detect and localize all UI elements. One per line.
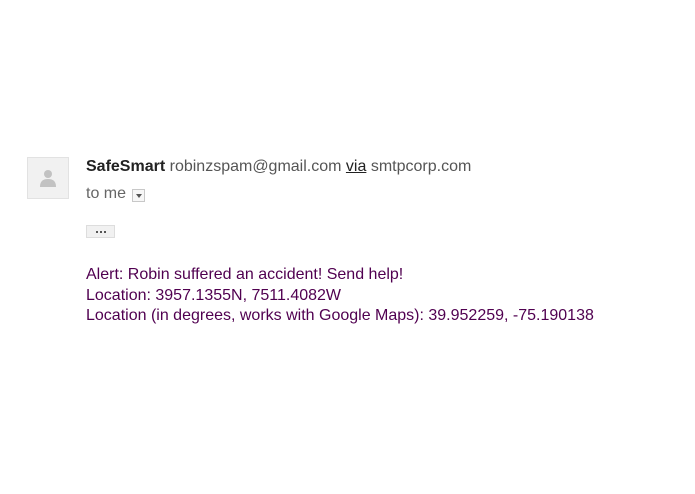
show-trimmed-content-button[interactable] — [86, 225, 115, 238]
message-line-location-degrees: Location (in degrees, works with Google … — [86, 307, 594, 324]
sender-line: SafeSmart robinzspam@gmail.com via smtpc… — [86, 157, 471, 177]
ellipsis-dot — [99, 230, 102, 233]
message-line-alert: Alert: Robin suffered an accident! Send … — [86, 266, 404, 283]
sender-email[interactable]: robinzspam@gmail.com — [170, 158, 342, 175]
message-line-location: Location: 3957.1355N, 7511.4082W — [86, 286, 342, 304]
ellipsis-dot — [103, 230, 106, 233]
recipient-line: to me — [86, 184, 146, 204]
person-silhouette-icon — [40, 170, 56, 187]
via-domain: smtpcorp.com — [370, 158, 472, 175]
via-link[interactable]: via — [346, 158, 366, 175]
sender-name[interactable]: SafeSmart — [86, 158, 165, 175]
avatar — [27, 157, 69, 199]
caret-down-icon[interactable] — [132, 188, 146, 202]
message-body: Alert: Robin suffered an accident! Send … — [86, 265, 594, 327]
recipient-label: to me — [86, 185, 127, 202]
ellipsis-dot — [95, 230, 98, 233]
